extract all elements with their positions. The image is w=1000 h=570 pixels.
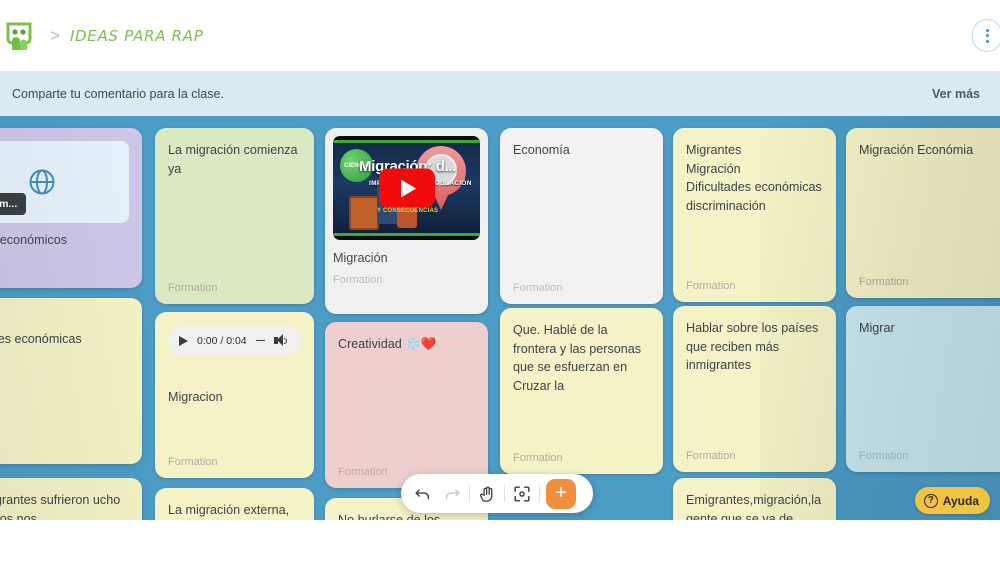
- breadcrumb-separator: >: [50, 25, 60, 45]
- card-author: Formation: [168, 456, 218, 468]
- card-author: Formation: [168, 282, 218, 294]
- card-author: ormation: [0, 442, 129, 454]
- card-body: actores económicos: [0, 233, 67, 247]
- top-bar: > IDEAS PARA RAP: [0, 0, 1000, 71]
- card-migrantes-list[interactable]: Migrantes Migración Dificultades económi…: [673, 128, 836, 302]
- card-body: Migrar: [859, 321, 895, 335]
- audio-player[interactable]: 0:00 / 0:04: [168, 325, 301, 356]
- card-frontera[interactable]: Que. Hablé de la frontera y las personas…: [500, 308, 663, 474]
- card-paises-inmigrantes[interactable]: Hablar sobre los países que reciben más …: [673, 306, 836, 472]
- card-author: Formation: [859, 450, 909, 462]
- question-mark-icon: ?: [923, 493, 938, 508]
- card-body: Emigrantes,migración,la gente que se va …: [686, 493, 822, 520]
- card-body: La migración externa, por consecuencias …: [168, 503, 290, 517]
- toolbar-divider-2: [504, 485, 505, 502]
- youtube-play-icon[interactable]: [378, 168, 435, 208]
- audio-time: 0:00 / 0:04: [197, 334, 247, 347]
- help-button[interactable]: ? Ayuda: [914, 487, 990, 514]
- card-body: Hablar sobre los países que reciben más …: [686, 321, 819, 372]
- fit-to-screen-icon[interactable]: [507, 479, 537, 509]
- card-inmigrantes-sufrieron[interactable]: os inmigrantes sufrieron ucho y nosotros…: [0, 478, 142, 520]
- banner-see-more-link[interactable]: Ver más: [932, 87, 980, 101]
- kebab-menu-icon[interactable]: [972, 19, 1000, 52]
- redo-arrow-icon[interactable]: [437, 479, 467, 509]
- undo-arrow-icon[interactable]: [407, 479, 437, 509]
- card-body: igración ificultades económicas: [0, 331, 82, 346]
- card-author: ormation: [0, 266, 129, 278]
- card-creatividad[interactable]: Creatividad ❄️❤️ Formation: [325, 322, 488, 488]
- card-author: Formation: [333, 274, 383, 286]
- minus-icon[interactable]: [255, 339, 265, 342]
- card-body: Migrantes Migración Dificultades económi…: [686, 143, 822, 213]
- card-author: Formation: [513, 282, 563, 294]
- card-body: La migración comienza ya: [168, 143, 298, 176]
- card-migracion-dificultades[interactable]: igración ificultades económicas ormation: [0, 298, 142, 464]
- page-footer: [0, 520, 1000, 570]
- toolbar-divider-3: [539, 485, 540, 502]
- card-emigrantes[interactable]: Emigrantes,migración,la gente que se va …: [673, 478, 836, 520]
- hand-pan-icon[interactable]: [472, 479, 502, 509]
- app-root: > IDEAS PARA RAP Comparte tu comentario …: [0, 0, 1000, 570]
- banner-message: Comparte tu comentario para la clase.: [12, 86, 224, 101]
- help-label: Ayuda: [942, 493, 979, 508]
- globe-icon: [29, 169, 55, 195]
- card-author: Formation: [513, 452, 563, 464]
- url-tooltip: https://emm...: [0, 193, 27, 215]
- card-link-factores[interactable]: https://emm... actores económicos ormation: [0, 128, 142, 288]
- card-economia[interactable]: Economía Formation: [500, 128, 663, 304]
- card-body: Migración Económia: [859, 143, 974, 157]
- card-body: Migracion: [168, 390, 223, 404]
- video-thumbnail[interactable]: CIENCIAMigración: d...IMPACTOS EN LA POB…: [333, 136, 480, 240]
- card-author: Formation: [686, 280, 736, 292]
- card-author: Formation: [686, 450, 736, 462]
- audio-play-icon[interactable]: [179, 335, 188, 346]
- card-migracion-externa[interactable]: La migración externa, por consecuencias …: [155, 488, 314, 520]
- card-migracion-comienza[interactable]: La migración comienza ya Formation: [155, 128, 314, 304]
- card-author: Formation: [859, 276, 909, 288]
- toolbar-divider: [469, 485, 470, 502]
- video-thumb-subtitle-2: Y CONSECUENCIAS: [377, 208, 439, 214]
- card-body: Que. Hablé de la frontera y las personas…: [513, 323, 642, 393]
- board-canvas[interactable]: https://emm... actores económicos ormation…: [0, 116, 1000, 520]
- volume-icon[interactable]: [273, 334, 288, 347]
- card-body: Creatividad ❄️❤️: [338, 337, 437, 351]
- card-migrar[interactable]: Migrar Formation: [846, 306, 1000, 472]
- card-body: os inmigrantes sufrieron ucho y nosotros…: [0, 493, 121, 520]
- card-audio-migracion[interactable]: 0:00 / 0:04 Migracion Formation: [155, 312, 314, 478]
- announcement-banner: Comparte tu comentario para la clase. Ve…: [0, 71, 1000, 116]
- padlet-logo-icon[interactable]: [2, 16, 36, 56]
- floating-toolbar: +: [401, 474, 593, 513]
- card-title: Migración: [333, 251, 388, 265]
- card-body: Economía: [513, 143, 570, 157]
- card-video-migracion[interactable]: CIENCIAMigración: d...IMPACTOS EN LA POB…: [325, 128, 488, 314]
- link-thumbnail[interactable]: https://emm...: [0, 141, 129, 223]
- card-migracion-economia[interactable]: Migración Económia Formation: [846, 128, 1000, 298]
- breadcrumb-title[interactable]: IDEAS PARA RAP: [70, 27, 204, 45]
- add-post-button[interactable]: +: [546, 478, 576, 509]
